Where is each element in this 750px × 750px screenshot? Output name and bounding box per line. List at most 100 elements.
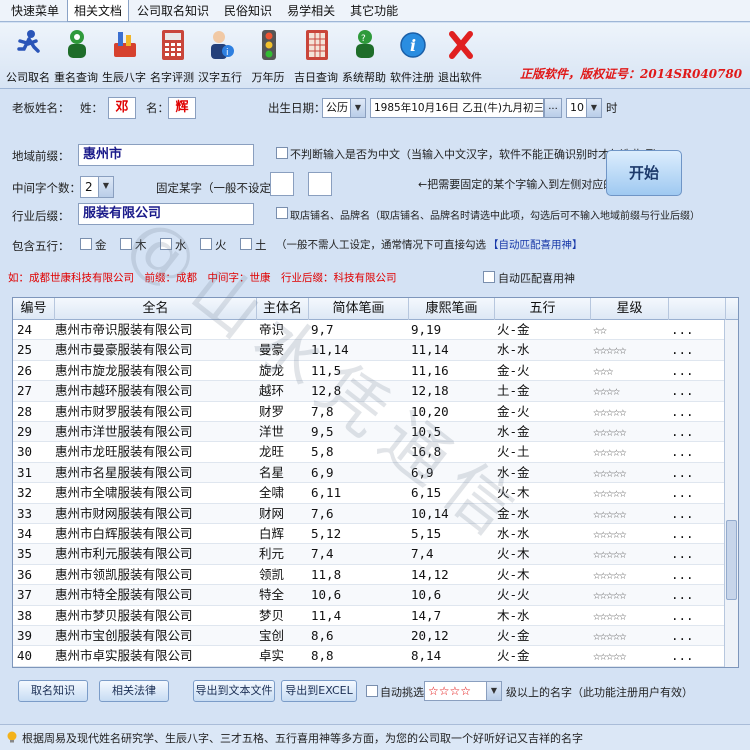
tool-bazi[interactable]: 生辰八字: [100, 27, 148, 87]
menu-folk[interactable]: 民俗知识: [217, 0, 279, 22]
table-row[interactable]: 39 惠州市宝创服装有限公司 宝创 8,6 20,12 火-金 ☆☆☆☆☆...: [13, 626, 738, 647]
header-simplified-strokes[interactable]: 简体笔画: [309, 298, 409, 320]
middle-count-select[interactable]: 2 ▼: [80, 176, 114, 198]
header-kangxi-strokes[interactable]: 康熙笔画: [409, 298, 495, 320]
star-level-select[interactable]: ☆☆☆☆ ▼: [424, 681, 502, 701]
traffic-light-icon: [262, 30, 276, 60]
cell-stars: ☆☆☆☆☆: [593, 505, 627, 521]
table-row[interactable]: 36 惠州市领凯服装有限公司 领凯 11,8 14,12 火-木 ☆☆☆☆☆...: [13, 565, 738, 586]
cell-kangxi: 8,14: [411, 648, 442, 664]
cell-no: 39: [17, 628, 33, 643]
auto-match-link[interactable]: 【自动匹配喜用神】: [488, 237, 583, 252]
table-row[interactable]: 38 惠州市梦贝服装有限公司 梦贝 11,4 14,7 木-水 ☆☆☆☆☆...: [13, 606, 738, 626]
no-chinese-check-checkbox[interactable]: [276, 147, 288, 159]
cell-extra: ...: [671, 607, 694, 623]
given-name-input[interactable]: 辉: [168, 97, 196, 119]
cell-wuxing: 金-火: [497, 362, 530, 378]
cell-core: 领凯: [259, 566, 285, 582]
tool-char-wuxing[interactable]: i 汉字五行: [196, 27, 244, 87]
tool-calendar[interactable]: 万年历: [244, 27, 292, 87]
cell-core: 利元: [259, 546, 285, 562]
table-row[interactable]: 33 惠州市财网服装有限公司 财网 7,6 10,14 金-水 ☆☆☆☆☆...: [13, 503, 738, 524]
region-prefix-input[interactable]: 惠州市: [78, 144, 254, 166]
tool-auspicious-day[interactable]: 吉日查询: [292, 27, 340, 87]
table-row[interactable]: 40 惠州市卓实服装有限公司 卓实 8,8 8,14 火-金 ☆☆☆☆☆...: [13, 646, 738, 667]
table-row[interactable]: 26 惠州市旋龙服装有限公司 旋龙 11,5 11,16 金-火 ☆☆☆...: [13, 361, 738, 382]
related-law-button[interactable]: 相关法律: [99, 680, 169, 702]
tool-register[interactable]: i 软件注册: [388, 27, 436, 87]
cell-wuxing: 水-水: [497, 342, 530, 358]
star-level-value: ☆☆☆☆: [428, 684, 472, 698]
birth-date-field[interactable]: 1985年10月16日 乙丑(牛)九月初三: [370, 98, 544, 118]
menu-other[interactable]: 其它功能: [343, 0, 405, 22]
wuxing-huo-checkbox[interactable]: [200, 238, 212, 250]
industry-suffix-input[interactable]: 服装有限公司: [78, 203, 254, 225]
header-fullname[interactable]: 全名: [55, 298, 257, 320]
cell-kangxi: 14,12: [411, 566, 449, 582]
table-row[interactable]: 30 惠州市龙旺服装有限公司 龙旺 5,8 16,8 火-土 ☆☆☆☆☆...: [13, 442, 738, 463]
date-picker-button[interactable]: ...: [544, 98, 562, 118]
tool-help[interactable]: ? 系统帮助: [340, 27, 388, 87]
table-row[interactable]: 37 惠州市特全服装有限公司 特全 10,6 10,6 火-火 ☆☆☆☆☆...: [13, 585, 738, 606]
table-header: 编号 全名 主体名 简体笔画 康熙笔画 五行 星级: [13, 298, 738, 320]
table-row[interactable]: 24 惠州市帝识服装有限公司 帝识 9,7 9,19 火-金 ☆☆...: [13, 320, 738, 341]
cell-core: 财罗: [259, 403, 285, 419]
cell-fullname: 惠州市龙旺服装有限公司: [55, 444, 193, 460]
cell-core: 名星: [259, 464, 285, 480]
table-row[interactable]: 28 惠州市财罗服装有限公司 财罗 7,8 10,20 金-火 ☆☆☆☆☆...: [13, 402, 738, 422]
hour-select[interactable]: 10 ▼: [566, 98, 602, 118]
header-wuxing[interactable]: 五行: [495, 298, 591, 320]
table-row[interactable]: 35 惠州市利元服装有限公司 利元 7,4 7,4 火-木 ☆☆☆☆☆...: [13, 544, 738, 565]
auto-match-checkbox[interactable]: [483, 271, 495, 283]
auto-pick-checkbox[interactable]: [366, 685, 378, 697]
fixed-char-input-2[interactable]: [308, 172, 332, 196]
vertical-scrollbar[interactable]: [724, 320, 738, 667]
menu-company-naming[interactable]: 公司取名知识: [130, 0, 216, 22]
tool-company-naming[interactable]: 公司取名: [4, 27, 52, 87]
naming-knowledge-button[interactable]: 取名知识: [18, 680, 88, 702]
header-stars[interactable]: 星级: [591, 298, 669, 320]
cell-fullname: 惠州市越环服装有限公司: [55, 383, 193, 399]
header-no[interactable]: 编号: [13, 298, 55, 320]
export-excel-button[interactable]: 导出到EXCEL: [281, 680, 357, 702]
person-search-icon: [68, 30, 86, 58]
menu-related-docs[interactable]: 相关文档: [67, 0, 130, 22]
header-core-name[interactable]: 主体名: [257, 298, 309, 320]
menu-yixue[interactable]: 易学相关: [280, 0, 342, 22]
wuxing-tu-label: 土: [255, 238, 267, 252]
cell-no: 27: [17, 383, 33, 399]
status-bar: 根据周易及现代姓名研究学、生辰八字、三才五格、五行喜用神等多方面，为您的公司取一…: [0, 724, 750, 750]
cell-wuxing: 金-水: [497, 505, 530, 521]
surname-input[interactable]: 邓: [108, 97, 136, 119]
chevron-down-icon: ▼: [586, 99, 601, 117]
wuxing-tu-checkbox[interactable]: [240, 238, 252, 250]
table-row[interactable]: 34 惠州市白辉服装有限公司 白辉 5,12 5,15 水-水 ☆☆☆☆☆...: [13, 524, 738, 545]
wuxing-jin-checkbox[interactable]: [80, 238, 92, 250]
fixed-char-label: 固定某字（一般不设定）: [156, 181, 283, 195]
cell-core: 宝创: [259, 628, 285, 643]
table-row[interactable]: 29 惠州市洋世服装有限公司 洋世 9,5 10,5 水-金 ☆☆☆☆☆...: [13, 422, 738, 443]
hour-value: 10: [570, 101, 584, 114]
table-row[interactable]: 32 惠州市全啸服装有限公司 全啸 6,11 6,15 火-木 ☆☆☆☆☆...: [13, 483, 738, 504]
table-row[interactable]: 27 惠州市越环服装有限公司 越环 12,8 12,18 土-金 ☆☆☆☆...: [13, 381, 738, 402]
wuxing-mu-checkbox[interactable]: [120, 238, 132, 250]
table-row[interactable]: 25 惠州市曼豪服装有限公司 曼豪 11,14 11,14 水-水 ☆☆☆☆☆...: [13, 340, 738, 361]
fixed-char-input-1[interactable]: [270, 172, 294, 196]
scrollbar-thumb[interactable]: [726, 520, 737, 600]
cell-core: 梦贝: [259, 607, 285, 623]
wuxing-shui-checkbox[interactable]: [160, 238, 172, 250]
table-row[interactable]: 31 惠州市名星服装有限公司 名星 6,9 6,9 水-金 ☆☆☆☆☆...: [13, 462, 738, 484]
cell-no: 30: [17, 444, 33, 460]
tool-duplicate-search[interactable]: 重名查询: [52, 27, 100, 87]
start-button[interactable]: 开始: [606, 150, 682, 196]
cell-no: 33: [17, 505, 33, 521]
tool-name-evaluation[interactable]: 名字评测: [148, 27, 196, 87]
export-text-button[interactable]: 导出到文本文件: [193, 680, 275, 702]
cell-stars: ☆☆☆☆☆: [593, 464, 627, 480]
tool-exit[interactable]: 退出软件: [436, 27, 484, 87]
calendar-type-select[interactable]: 公历 ▼: [322, 98, 366, 118]
shop-name-checkbox[interactable]: [276, 207, 288, 219]
cell-simp: 7,4: [311, 546, 334, 562]
header-extra[interactable]: [669, 298, 726, 320]
menu-quick[interactable]: 快速菜单: [4, 0, 66, 22]
